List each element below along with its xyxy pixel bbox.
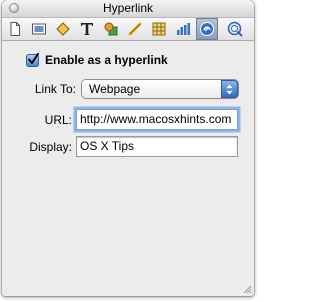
enable-hyperlink-row[interactable]: Enable as a hyperlink — [26, 52, 168, 68]
link-to-value: Webpage — [89, 82, 141, 96]
hyperlink-tool-icon[interactable] — [196, 18, 218, 40]
url-label: URL: — [44, 113, 72, 127]
inspector-window: Hyperlink Enable as a hyperlink Link To:… — [2, 0, 254, 296]
canvas-tool-icon[interactable] — [28, 18, 50, 40]
link-to-popup[interactable]: Webpage — [82, 80, 238, 98]
url-value: http://www.macosxhints.com — [80, 112, 232, 126]
enable-hyperlink-checkbox[interactable] — [26, 52, 39, 67]
display-value: OS X Tips — [80, 139, 135, 153]
enable-hyperlink-label: Enable as a hyperlink — [45, 53, 168, 67]
popup-arrows-icon — [221, 80, 238, 98]
display-label: Display: — [29, 140, 72, 154]
url-field[interactable]: http://www.macosxhints.com — [77, 110, 237, 129]
quicktime-tool-icon[interactable] — [224, 18, 246, 40]
window-title: Hyperlink — [102, 1, 153, 15]
document-tool-icon[interactable] — [4, 18, 26, 40]
line-tool-icon[interactable] — [124, 18, 146, 40]
shapes-tool-icon[interactable] — [100, 18, 122, 40]
title-bar[interactable]: Hyperlink — [2, 0, 254, 18]
fill-tool-icon[interactable] — [52, 18, 74, 40]
checkmark-icon — [28, 52, 39, 64]
chart-tool-icon[interactable] — [172, 18, 194, 40]
text-tool-icon[interactable] — [76, 18, 98, 40]
inspector-toolbar — [2, 18, 254, 41]
resize-grip-icon[interactable] — [241, 283, 252, 294]
table-tool-icon[interactable] — [148, 18, 170, 40]
link-to-label: Link To: — [34, 82, 76, 96]
display-field[interactable]: OS X Tips — [77, 137, 237, 156]
